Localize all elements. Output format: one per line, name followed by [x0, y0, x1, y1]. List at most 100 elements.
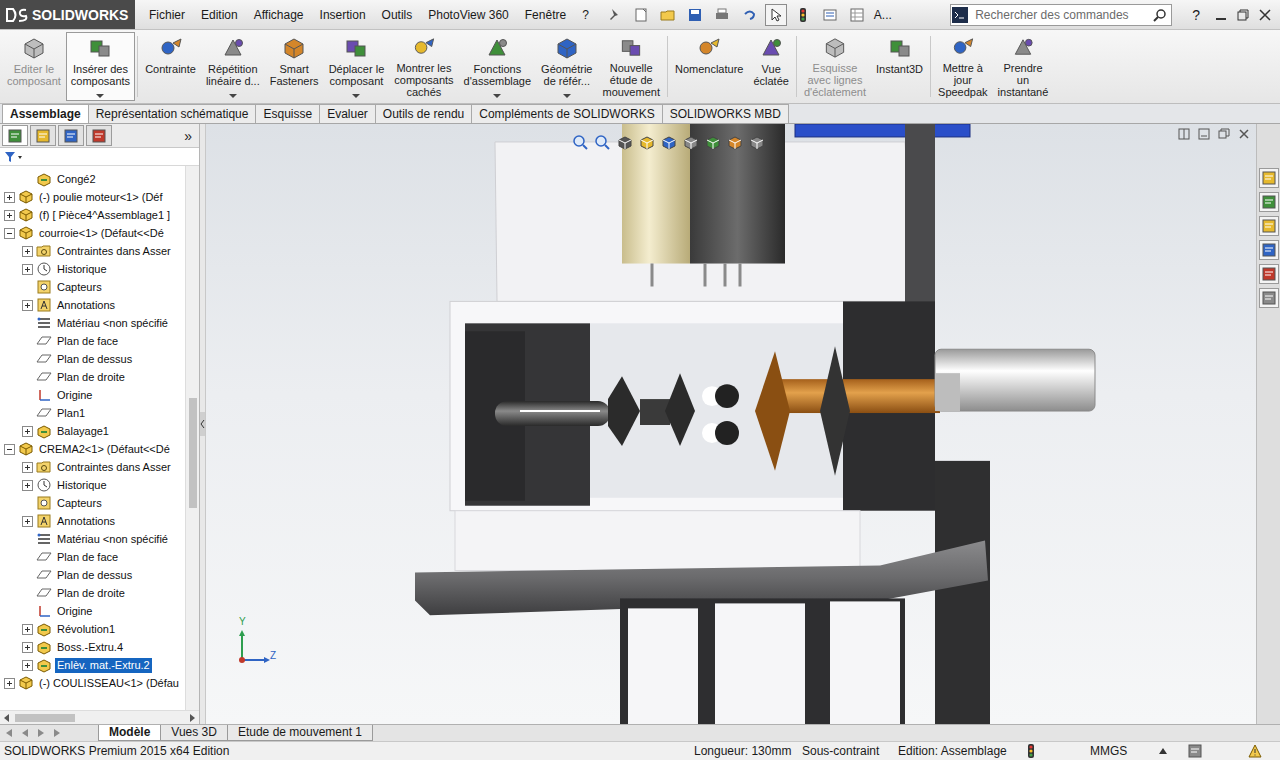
view-tool-icon[interactable]: [660, 134, 677, 151]
tree-item[interactable]: (f) [ Pièce4^Assemblage1 ]: [0, 206, 185, 224]
command-button[interactable]: Smart Fasteners: [265, 32, 324, 101]
search-box[interactable]: [950, 4, 1172, 26]
menu-item[interactable]: Edition: [193, 0, 246, 30]
expander-icon[interactable]: [4, 228, 15, 239]
more-tabs-button[interactable]: »: [179, 128, 197, 144]
tree-item[interactable]: CREMA2<1> (Défaut<<Dé: [0, 440, 185, 458]
toolbar-button[interactable]: [603, 4, 625, 26]
toolbar-button[interactable]: [819, 4, 841, 26]
tree-item[interactable]: Plan de dessus: [0, 566, 185, 584]
task-pane-button[interactable]: [1259, 240, 1279, 260]
menu-item[interactable]: ?: [574, 0, 597, 30]
command-tab[interactable]: Evaluer: [319, 104, 376, 123]
toolbar-more[interactable]: A...: [874, 8, 892, 22]
dropdown-arrow-icon[interactable]: [493, 94, 501, 98]
dropdown-arrow-icon[interactable]: [96, 94, 104, 98]
dropdown-arrow-icon[interactable]: [563, 94, 571, 98]
expander-icon[interactable]: [4, 192, 15, 203]
restore-view-icon[interactable]: [1218, 128, 1230, 140]
expander-icon[interactable]: [22, 300, 33, 311]
task-pane-button[interactable]: [1259, 288, 1279, 308]
expander-icon[interactable]: [22, 462, 33, 473]
toolbar-button[interactable]: [765, 4, 787, 26]
expander-icon[interactable]: [4, 444, 15, 455]
view-tool-icon[interactable]: [638, 134, 655, 151]
tree-item[interactable]: (-) poulie moteur<1> (Déf: [0, 188, 185, 206]
view-tool-icon[interactable]: [616, 134, 633, 151]
warning-icon[interactable]: [1248, 744, 1262, 758]
command-button[interactable]: Fonctions d'assemblage: [459, 32, 537, 101]
view-tool-icon[interactable]: [726, 134, 743, 151]
command-button[interactable]: Nouvelle étude de mouvement: [597, 32, 664, 101]
toolbar-button[interactable]: [711, 4, 733, 26]
tree-item[interactable]: Révolution1: [0, 620, 185, 638]
command-button[interactable]: Editer le composant: [2, 32, 66, 101]
command-button[interactable]: Esquisse avec lignes d'éclatement: [799, 32, 871, 101]
command-tab[interactable]: Outils de rendu: [375, 104, 472, 123]
up-arrow-icon[interactable]: [1158, 747, 1168, 755]
previous-tab-icon[interactable]: [4, 728, 14, 738]
vertical-scrollbar[interactable]: [185, 166, 199, 710]
toolbar-button[interactable]: [738, 4, 760, 26]
expander-icon[interactable]: [22, 516, 33, 527]
view-tool-icon[interactable]: [704, 134, 721, 151]
dropdown-arrow-icon[interactable]: [352, 94, 360, 98]
tree-item[interactable]: Historique: [0, 260, 185, 278]
manager-tab[interactable]: [58, 125, 84, 146]
command-button[interactable]: Insérer des composants: [66, 32, 135, 101]
horizontal-scrollbar[interactable]: [0, 710, 199, 724]
tree-item[interactable]: Matériau <non spécifié: [0, 314, 185, 332]
tree-item[interactable]: Congé2: [0, 170, 185, 188]
command-button[interactable]: Mettre à jour Speedpak: [933, 32, 993, 101]
status-tooltip[interactable]: [1188, 744, 1248, 758]
menu-item[interactable]: Fenêtre: [517, 0, 574, 30]
bottom-tab[interactable]: Modèle: [98, 725, 161, 741]
command-button[interactable]: Répétition linéaire d...: [201, 32, 265, 101]
status-units-menu[interactable]: [1158, 747, 1188, 755]
tree-item[interactable]: Contraintes dans Asser: [0, 242, 185, 260]
command-tab[interactable]: Représentation schématique: [88, 104, 257, 123]
menu-item[interactable]: PhotoView 360: [420, 0, 517, 30]
toolbar-button[interactable]: [657, 4, 679, 26]
tree-item[interactable]: Annotations: [0, 296, 185, 314]
tree-item[interactable]: Plan de face: [0, 332, 185, 350]
bottom-tab[interactable]: Etude de mouvement 1: [227, 725, 373, 741]
command-button[interactable]: Prendre un instantané: [993, 32, 1054, 101]
expander-icon[interactable]: [22, 426, 33, 437]
expander-icon[interactable]: [22, 246, 33, 257]
tree-item[interactable]: Plan de dessus: [0, 350, 185, 368]
tree-item[interactable]: Annotations: [0, 512, 185, 530]
manager-tab[interactable]: [86, 125, 112, 146]
expander-icon[interactable]: [22, 660, 33, 671]
search-input[interactable]: [973, 7, 1149, 23]
expander-icon[interactable]: [22, 642, 33, 653]
tree-item[interactable]: Plan de face: [0, 548, 185, 566]
view-tool-icon[interactable]: [594, 134, 611, 151]
tree-item[interactable]: Capteurs: [0, 278, 185, 296]
close-icon[interactable]: [1258, 8, 1272, 22]
scroll-right-icon[interactable]: [188, 714, 196, 722]
close-view-icon[interactable]: [1238, 128, 1250, 140]
toolbar-button[interactable]: [630, 4, 652, 26]
minimize-icon[interactable]: [1214, 8, 1228, 22]
status-warning[interactable]: [1248, 744, 1268, 758]
command-tab[interactable]: Compléments de SOLIDWORKS: [471, 104, 662, 123]
tree-item[interactable]: (-) COULISSEAU<1> (Défau: [0, 674, 185, 692]
scroll-left-icon[interactable]: [3, 714, 11, 722]
scroll-thumb[interactable]: [189, 398, 197, 508]
task-pane-button[interactable]: [1259, 264, 1279, 284]
tree-item[interactable]: Enlèv. mat.-Extru.2: [0, 656, 185, 674]
tree-item[interactable]: Plan1: [0, 404, 185, 422]
command-tab[interactable]: Assemblage: [2, 104, 89, 123]
split-view-icon[interactable]: [1178, 128, 1190, 140]
command-button[interactable]: Montrer les composants cachés: [389, 32, 458, 101]
command-button[interactable]: Contrainte: [140, 32, 201, 101]
bottom-tab[interactable]: Vues 3D: [160, 725, 228, 741]
menu-item[interactable]: Fichier: [141, 0, 193, 30]
command-button[interactable]: Déplacer le composant: [324, 32, 390, 101]
expander-icon[interactable]: [4, 678, 15, 689]
tree-item[interactable]: Plan de droite: [0, 584, 185, 602]
toolbar-button[interactable]: [792, 4, 814, 26]
manager-tab[interactable]: [2, 125, 28, 146]
graphics-area[interactable]: YZ: [206, 124, 1256, 724]
